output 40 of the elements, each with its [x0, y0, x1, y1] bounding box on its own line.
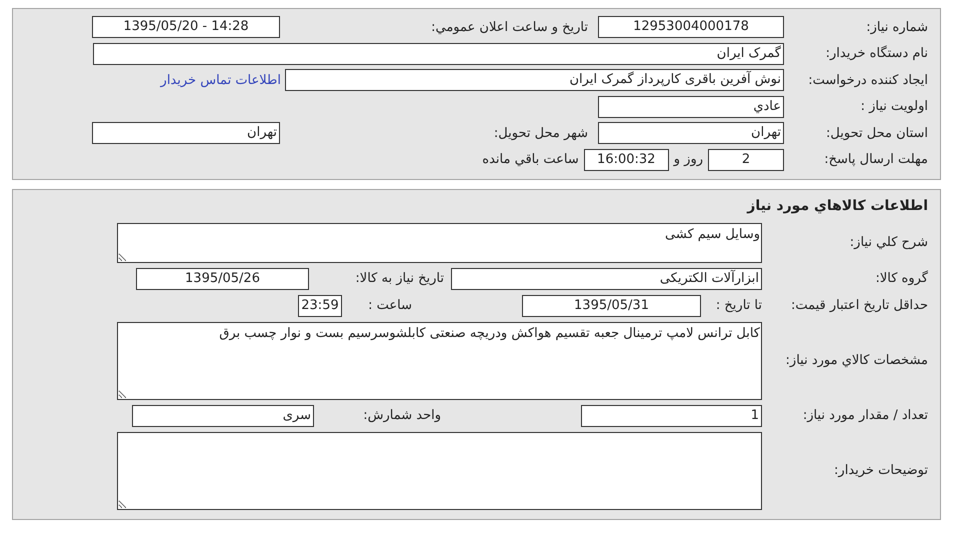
text-field[interactable]: ابزارآلات الکتریکی	[451, 268, 762, 290]
field-label: ساعت :	[367, 298, 413, 313]
field-label: مهلت ارسال پاسخ:	[823, 152, 928, 167]
text-field[interactable]: 23:59	[298, 294, 342, 316]
text-field[interactable]: 12953004000178	[598, 16, 784, 38]
field-label: مشخصات كالاي مورد نیاز:	[784, 353, 928, 368]
days-unit: روز و	[674, 152, 703, 167]
text-field[interactable]: 1	[581, 404, 762, 426]
text-field[interactable]: 1395/05/26	[136, 268, 309, 290]
field-label: تعداد / مقدار مورد نیاز:	[802, 408, 928, 423]
field-label: واحد شمارش:	[362, 408, 442, 423]
field-label: شهر محل تحویل:	[492, 126, 589, 140]
field-label: توضیحات خریدار:	[833, 463, 928, 478]
field-label: ایجاد کننده درخواست:	[807, 72, 928, 88]
text-field[interactable]: 1395/05/20 - 14:28	[92, 16, 280, 38]
text-area[interactable]: وسایل سیم کشی	[117, 222, 762, 262]
field-label: تا تاریخ :	[714, 298, 762, 313]
time-unit: ساعت باقي مانده	[482, 152, 579, 167]
field-label: شماره نیاز:	[865, 20, 928, 34]
text-field[interactable]: 1395/05/31	[522, 294, 701, 316]
field-label: گروه كالا:	[874, 271, 928, 286]
text-field[interactable]: عادي	[598, 96, 784, 118]
field-label: تاریخ و ساعت اعلان عمومي:	[430, 20, 589, 34]
field-label: اولویت نیاز :	[860, 99, 928, 114]
text-field[interactable]: گمرک ایران	[93, 42, 784, 64]
text-field[interactable]: 16:00:32	[584, 148, 669, 170]
field-label: نام دستگاه خریدار:	[824, 46, 928, 61]
text-area[interactable]	[117, 432, 762, 510]
text-field[interactable]: سری	[132, 404, 314, 426]
text-field[interactable]: 2	[708, 148, 784, 170]
section-title: اطلاعات كالاهاي مورد نیاز	[746, 198, 928, 214]
field-label: استان محل تحویل:	[825, 126, 928, 140]
text-field[interactable]: تهران	[598, 122, 784, 144]
text-field[interactable]: تهران	[92, 122, 280, 144]
text-field[interactable]: نوش آفرین باقری کارپرداز گمرک ایران	[285, 69, 784, 91]
field-label: شرح كلي نیاز:	[848, 235, 928, 250]
field-label: تاریخ نیاز به كالا:	[354, 271, 445, 286]
text-area[interactable]: كابل ترانس لامپ ترمینال جعبه تقسیم هواکش ودریچه صنعتی کابلشوسرسیم بست و نوار چسب برق	[117, 322, 762, 400]
field-label: حداقل تاریخ اعتبار قیمت:	[790, 298, 928, 313]
contact-link[interactable]: اطلاعات تماس خریدار	[160, 72, 281, 88]
